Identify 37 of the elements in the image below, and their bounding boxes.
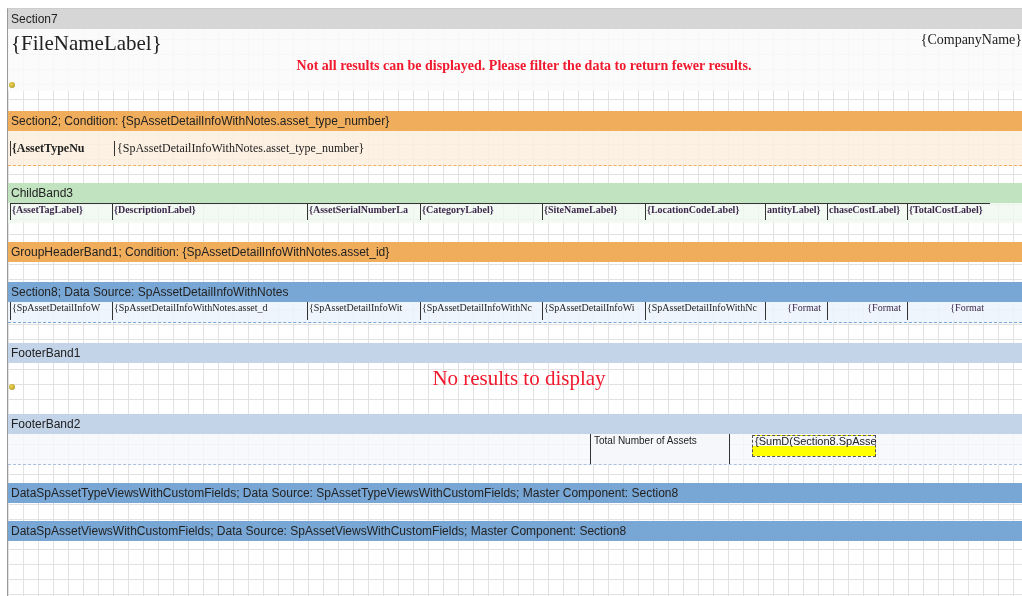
band-header[interactable]: Section7: [8, 9, 1022, 29]
band-header[interactable]: DataSpAssetTypeViewsWithCustomFields; Data Source: SpAssetTypeViewsWithCustomFields; Master Component: Section8: [8, 483, 1022, 503]
column-label-field[interactable]: antityLabel}: [765, 203, 827, 220]
format-field[interactable]: {Format: [765, 302, 827, 320]
band-header[interactable]: DataSpAssetViewsWithCustomFields; Data Source: SpAssetViewsWithCustomFields; Master Component: Section8: [8, 521, 1022, 541]
no-results-text[interactable]: No results to display: [12, 363, 1022, 391]
data-field[interactable]: {SpAssetDetailInfoWit: [307, 302, 420, 320]
format-field[interactable]: {Format: [907, 302, 990, 320]
warning-text[interactable]: Not all results can be displayed. Please filter the data to return fewer results.: [296, 58, 752, 74]
marker-icon: [9, 384, 15, 390]
total-field[interactable]: {SumD(Section8.SpAsse: [752, 435, 876, 457]
data-field[interactable]: {SpAssetDetailInfoWi: [542, 302, 645, 320]
column-label-field[interactable]: {TotalCostLabel}: [907, 203, 990, 220]
company-name-field[interactable]: {CompanyName}: [920, 32, 1022, 48]
band-header[interactable]: Section8; Data Source: SpAssetDetailInfoWithNotes: [8, 282, 1022, 302]
column-label-field[interactable]: {LocationCodeLabel}: [645, 203, 765, 220]
band-header[interactable]: Section2; Condition: {SpAssetDetailInfoWithNotes.asset_type_number}: [8, 111, 1022, 131]
data-field[interactable]: {SpAssetDetailInfoWithNc: [420, 302, 542, 320]
column-label-field[interactable]: {DescriptionLabel}: [112, 203, 307, 220]
column-label-field[interactable]: {SiteNameLabel}: [542, 203, 645, 220]
report-title-field[interactable]: {FileNameLabel}: [11, 31, 162, 56]
column-label-field[interactable]: chaseCostLabel}: [827, 203, 907, 220]
data-field[interactable]: {SpAssetDetailInfoWithNc: [645, 302, 765, 320]
column-label-field[interactable]: {AssetSerialNumberLa: [307, 203, 420, 220]
data-field[interactable]: {SpAssetDetailInfoW: [10, 302, 112, 320]
column-label-field[interactable]: {CategoryLabel}: [420, 203, 542, 220]
data-field[interactable]: {SpAssetDetailInfoWithNotes.asset_type_number}: [114, 141, 365, 156]
data-field[interactable]: {SpAssetDetailInfoWithNotes.asset_d: [112, 302, 307, 320]
marker-icon: [9, 82, 15, 88]
band-header[interactable]: FooterBand1: [8, 343, 1022, 363]
label-field[interactable]: {AssetTypeNu: [10, 141, 104, 156]
band-header[interactable]: FooterBand2: [8, 414, 1022, 434]
band-header[interactable]: GroupHeaderBand1; Condition: {SpAssetDetailInfoWithNotes.asset_id}: [8, 242, 1022, 262]
column-label-field[interactable]: {AssetTagLabel}: [10, 203, 112, 220]
label-field[interactable]: Total Number of Assets: [590, 434, 730, 464]
format-field[interactable]: {Format: [827, 302, 907, 320]
band-header[interactable]: ChildBand3: [8, 183, 1022, 203]
